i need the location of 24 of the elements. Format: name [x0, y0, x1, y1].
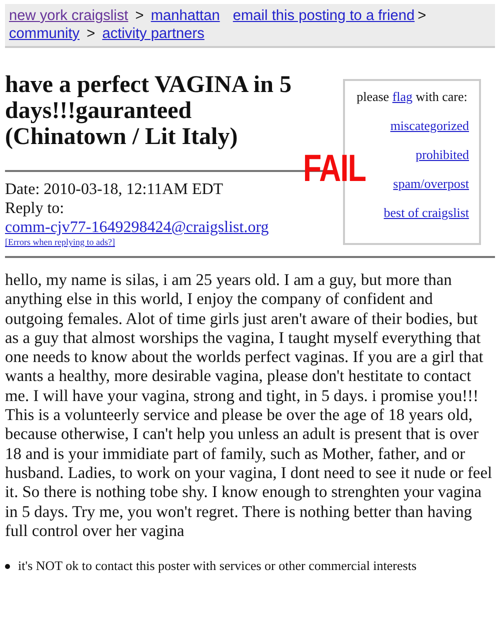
flag-option-link[interactable]: miscategorized — [390, 118, 469, 134]
posting-title: have a perfect VAGINA in 5 days!!!gauranteed (Chinatown / Lit Italy) — [5, 72, 292, 150]
separator: > — [135, 8, 144, 24]
breadcrumb-link[interactable]: activity partners — [102, 26, 204, 42]
breadcrumb-link[interactable]: community — [9, 26, 80, 42]
notice-text: it's NOT ok to contact this poster with services or other commercial interests — [18, 558, 417, 574]
separator: > — [86, 26, 96, 42]
flag-text: with care: — [416, 89, 468, 104]
flag-link[interactable]: flag — [392, 89, 413, 104]
flag-option-link[interactable]: spam/overpost — [393, 176, 469, 192]
separator: > — [418, 8, 426, 24]
email-link[interactable]: email this posting to a friend — [232, 8, 415, 24]
flag-option-link[interactable]: prohibited — [416, 147, 469, 163]
reply-email-link[interactable]: comm-cjv77-1649298424@craigslist.org — [5, 219, 269, 236]
errors-link[interactable]: [Errors when replying to ads?] — [5, 237, 335, 248]
posting-body: hello, my name is silas, i am 25 years old. I am a guy, but more than anything else in this world, I enjoy the company of confident and outgoing females. Alot of time girls just aren't aware of their bodies, but as a guy that almost worships the vagina, I taught myself everything that one needs to know about the worlds perfect vaginas. If you are a girl that wants a healthy, more desirable vagina, please don't hestitate to contact me. I will have your vagina, strong and tight, in 5 days. i promise you!!! This is a volunteerly service and please be over the age of 18 years old, because otherwise, I can't help you unless an adult is present that is over 18 and is your immidiate part of family, such as Mother, father, and or husband. Ladies, to work on your vagina, I dont need to see it nude or feel it. So there is nothing tobe shy. I know enough to strenghten your vagina in 5 days. Try me, you won't regret. There is nothing better than having full control over her vagina — [5, 270, 494, 540]
date-text: Date: 2010-03-18, 12:11AM EDT — [5, 180, 224, 199]
fail-label: FAIL — [303, 148, 366, 191]
breadcrumb-link[interactable]: new york craigslist — [9, 8, 128, 24]
breadcrumb-link[interactable]: manhattan — [150, 8, 220, 24]
bullet-icon — [5, 564, 10, 569]
reply-label: Reply to: — [5, 199, 66, 218]
flag-option-link[interactable]: best of craigslist — [384, 205, 469, 221]
flag-text: please — [356, 89, 390, 104]
